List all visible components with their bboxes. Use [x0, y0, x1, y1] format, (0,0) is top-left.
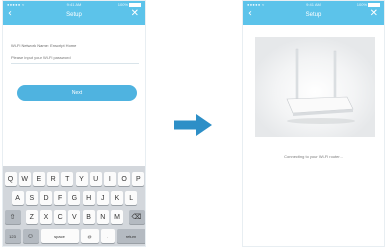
- close-icon[interactable]: ✕: [131, 9, 139, 19]
- at-key[interactable]: @: [80, 229, 99, 243]
- close-icon[interactable]: ✕: [370, 9, 378, 19]
- key-t[interactable]: T: [61, 172, 74, 186]
- key-e[interactable]: E: [32, 172, 45, 186]
- key-j[interactable]: J: [96, 191, 109, 205]
- dot-key[interactable]: .: [100, 229, 115, 243]
- key-x[interactable]: X: [40, 210, 52, 224]
- key-y[interactable]: Y: [75, 172, 88, 186]
- key-c[interactable]: C: [54, 210, 67, 224]
- battery-indicator: 100%: [357, 2, 380, 7]
- nav-bar: ●●●●● ≈ 9:41 AM 100% ‹ Setup ✕: [3, 1, 145, 25]
- page-title: Setup: [305, 12, 322, 18]
- key-s[interactable]: S: [25, 191, 38, 205]
- nav-bar: ●●●●● ≈ 9:41 AM 100% ‹ Setup ✕: [243, 1, 384, 25]
- keyboard-row-3: ⇧ Z X C V B N M ⌫: [3, 210, 145, 224]
- numbers-key[interactable]: 123: [4, 229, 21, 243]
- page-title: Setup: [66, 12, 82, 18]
- key-b[interactable]: B: [82, 210, 95, 224]
- key-m[interactable]: M: [111, 210, 123, 224]
- emoji-key[interactable]: ☺: [22, 229, 39, 243]
- status-bar: ●●●●● ≈ 9:41 AM 100%: [243, 2, 384, 9]
- key-h[interactable]: H: [82, 191, 95, 205]
- key-g[interactable]: G: [68, 191, 81, 205]
- key-v[interactable]: V: [68, 210, 81, 224]
- key-k[interactable]: K: [111, 191, 123, 205]
- battery-icon: [129, 2, 141, 7]
- key-q[interactable]: Q: [4, 172, 17, 186]
- key-o[interactable]: O: [118, 172, 131, 186]
- return-key[interactable]: return: [116, 229, 145, 243]
- key-z[interactable]: Z: [25, 210, 38, 224]
- key-f[interactable]: F: [54, 191, 67, 205]
- wifi-network-label: Wi-Fi Network Name: Enscript Home: [11, 43, 77, 48]
- router-illustration: [255, 37, 375, 137]
- keyboard-row-1: Q W E R T Y U I O P: [3, 172, 145, 186]
- key-w[interactable]: W: [18, 172, 31, 186]
- key-p[interactable]: P: [132, 172, 145, 186]
- status-bar: ●●●●● ≈ 9:41 AM 100%: [3, 2, 145, 9]
- keyboard-row-4: 123 ☺ space @ . return: [3, 229, 145, 243]
- on-screen-keyboard: Q W E R T Y U I O P A S D F G H J K L ⇧ …: [3, 166, 145, 246]
- keyboard-row-2: A S D F G H J K L: [3, 191, 145, 205]
- next-button[interactable]: Next: [17, 85, 137, 101]
- battery-percent: 100%: [117, 2, 128, 7]
- battery-percent: 100%: [356, 2, 367, 7]
- connecting-status-text: Connecting to your Wi-Fi router...: [284, 154, 343, 159]
- battery-icon: [368, 2, 380, 7]
- setup-screen-connecting: ●●●●● ≈ 9:41 AM 100% ‹ Setup ✕ Connectin…: [242, 0, 385, 247]
- shift-key[interactable]: ⇧: [4, 210, 21, 224]
- key-n[interactable]: N: [96, 210, 109, 224]
- wifi-password-input[interactable]: [11, 53, 135, 61]
- space-key[interactable]: space: [40, 229, 79, 243]
- key-u[interactable]: U: [89, 172, 102, 186]
- backspace-key[interactable]: ⌫: [128, 210, 145, 224]
- input-underline: [11, 63, 139, 64]
- key-l[interactable]: L: [125, 191, 138, 205]
- arrow-right-icon: [174, 114, 212, 136]
- key-r[interactable]: R: [47, 172, 60, 186]
- battery-indicator: 100%: [118, 2, 141, 7]
- key-i[interactable]: I: [103, 172, 116, 186]
- key-d[interactable]: D: [40, 191, 52, 205]
- setup-screen-wifi: ●●●●● ≈ 9:41 AM 100% ‹ Setup ✕ Wi-Fi Net…: [2, 0, 146, 247]
- key-a[interactable]: A: [11, 191, 24, 205]
